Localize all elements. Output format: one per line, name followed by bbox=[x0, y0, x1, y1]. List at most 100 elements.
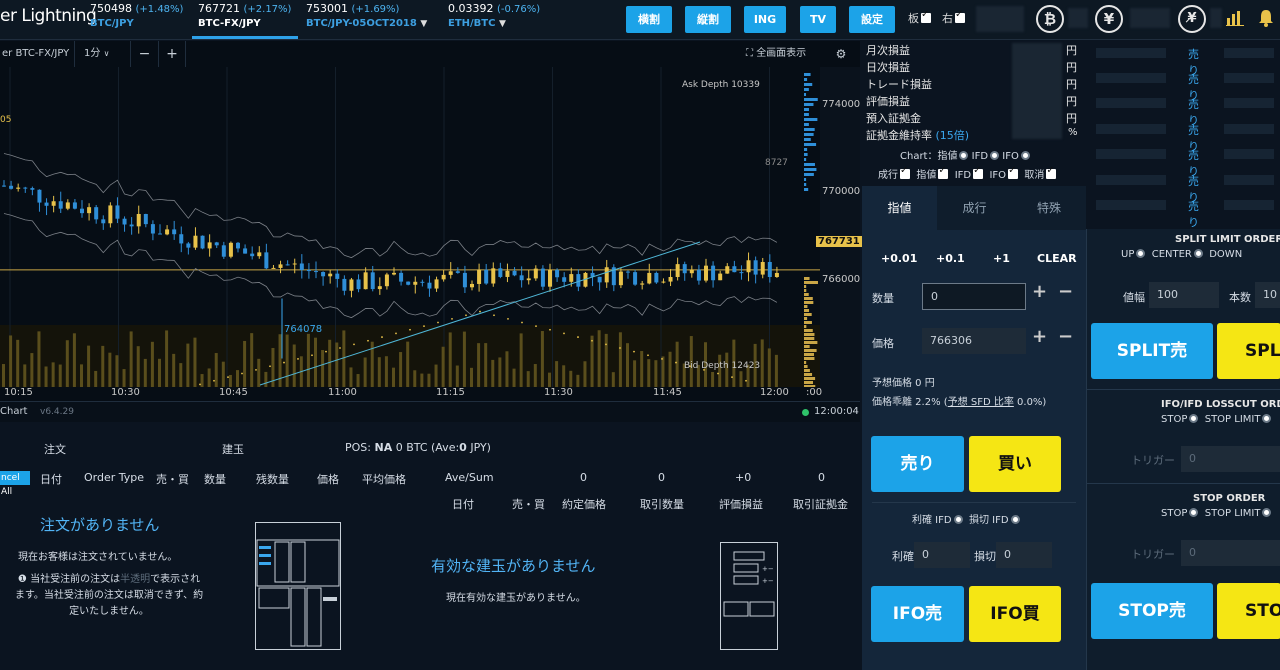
tab-market[interactable]: 成行 bbox=[937, 186, 1012, 230]
radio-icon[interactable] bbox=[990, 151, 999, 160]
price-plus-button[interactable]: + bbox=[1032, 326, 1047, 347]
interval-selector[interactable]: 1分 ∨ bbox=[84, 41, 128, 67]
checkbox-checked-icon[interactable] bbox=[921, 13, 931, 23]
ticker-eth-btc[interactable]: 0.03392 (-0.76%) ETH/BTC ▼ bbox=[442, 1, 552, 39]
radio-icon[interactable] bbox=[1262, 414, 1271, 423]
x-tick: 10:15 bbox=[4, 387, 33, 398]
candle-body bbox=[520, 275, 524, 280]
checkbox-checked-icon[interactable] bbox=[955, 13, 965, 23]
loss-input[interactable]: 0 bbox=[996, 542, 1052, 568]
radio-icon[interactable] bbox=[1262, 508, 1271, 517]
sar-dot bbox=[549, 329, 551, 331]
ticker-btc-jpy[interactable]: 750498 (+1.48%) BTC/JPY bbox=[84, 1, 184, 39]
zoom-in-button[interactable]: + bbox=[158, 41, 186, 67]
qty-input[interactable]: 0 bbox=[922, 283, 1026, 310]
split-buy-button[interactable]: SPL bbox=[1217, 323, 1280, 379]
zoom-out-button[interactable]: − bbox=[130, 41, 158, 67]
stop-label: STOP bbox=[1161, 414, 1187, 425]
monthly-pnl-label: 月次損益 bbox=[866, 42, 910, 58]
price-minus-button[interactable]: − bbox=[1058, 326, 1073, 347]
sell-button[interactable]: 売り bbox=[871, 436, 964, 492]
sar-dot bbox=[381, 336, 383, 338]
yen-slash-icon[interactable]: ¥̸ bbox=[1178, 5, 1206, 33]
radio-icon[interactable] bbox=[954, 515, 963, 524]
qty-minus-button[interactable]: − bbox=[1058, 281, 1073, 302]
split-sell-button[interactable]: SPLIT売 bbox=[1091, 323, 1213, 379]
add-0.01-button[interactable]: +0.01 bbox=[881, 252, 917, 265]
unrealized-pnl-label: 評価損益 bbox=[866, 93, 910, 109]
price-input[interactable]: 766306 bbox=[922, 328, 1026, 354]
volume-bar bbox=[456, 366, 459, 387]
bitcoin-icon[interactable]: ₿ bbox=[1036, 5, 1064, 33]
horizontal-split-button[interactable]: 横割 bbox=[626, 6, 672, 33]
candle-body bbox=[66, 202, 70, 208]
fullscreen-button[interactable]: ⛶ 全画面表示 bbox=[746, 41, 818, 67]
ing-button[interactable]: ING bbox=[744, 6, 786, 33]
buy-button[interactable]: 買い bbox=[969, 436, 1061, 492]
width-input[interactable]: 100 bbox=[1149, 282, 1219, 308]
checkbox-checked-icon[interactable] bbox=[1046, 169, 1056, 179]
volume-bar bbox=[201, 374, 204, 387]
radio-icon[interactable] bbox=[1136, 249, 1145, 258]
volume-bar bbox=[335, 343, 338, 387]
tab-special[interactable]: 特殊 bbox=[1012, 186, 1086, 230]
volume-bar bbox=[541, 331, 544, 387]
radio-icon[interactable] bbox=[1011, 515, 1020, 524]
add-0.1-button[interactable]: +0.1 bbox=[936, 252, 965, 265]
checkbox-checked-icon[interactable] bbox=[938, 169, 948, 179]
ifo-buy-button[interactable]: IFO買 bbox=[969, 586, 1061, 642]
ticker-btc-fx-jpy[interactable]: 767721 (+2.17%) BTC-FX/JPY bbox=[192, 1, 298, 39]
yen-icon[interactable]: ¥ bbox=[1095, 5, 1123, 33]
settings-button[interactable]: 設定 bbox=[849, 6, 895, 33]
qty-plus-button[interactable]: + bbox=[1032, 281, 1047, 302]
sfd-ratio-link[interactable]: 予想 SFD 比率 bbox=[948, 397, 1014, 408]
volume-bar bbox=[215, 353, 218, 387]
stop-buy-button[interactable]: STO bbox=[1217, 583, 1280, 639]
product-selector[interactable]: er BTC-FX/JPY bbox=[0, 41, 75, 67]
stop-trigger-input[interactable]: 0 bbox=[1181, 540, 1280, 566]
volume-bar bbox=[130, 331, 133, 387]
clear-button[interactable]: CLEAR bbox=[1037, 252, 1077, 265]
radio-icon[interactable] bbox=[1189, 414, 1198, 423]
candle-body bbox=[229, 243, 233, 257]
bar-chart-icon[interactable] bbox=[1226, 10, 1244, 29]
count-input[interactable]: 10 bbox=[1255, 282, 1280, 308]
radio-icon[interactable] bbox=[1021, 151, 1030, 160]
candle-body bbox=[115, 205, 119, 218]
ticker-btc-jpy-future[interactable]: 753001 (+1.69%) BTC/JPY-05OCT2018 ▼ bbox=[300, 1, 440, 39]
checkbox-checked-icon[interactable] bbox=[973, 169, 983, 179]
ask-depth-bar bbox=[804, 93, 806, 96]
chart-tab[interactable]: Chart bbox=[0, 406, 27, 417]
add-1-button[interactable]: +1 bbox=[993, 252, 1010, 265]
right-checkbox[interactable]: 右 bbox=[942, 10, 965, 26]
connection-status-icon bbox=[802, 409, 809, 416]
ticker-name: BTC/JPY bbox=[90, 18, 184, 29]
chart-limit-label: Chart：指値 bbox=[900, 151, 957, 162]
chevron-down-icon[interactable]: ▼ bbox=[420, 19, 427, 29]
cancel-all-button[interactable]: ncel All bbox=[0, 471, 30, 485]
ifo-sell-button[interactable]: IFO売 bbox=[871, 586, 964, 642]
checkbox-checked-icon[interactable] bbox=[1008, 169, 1018, 179]
candle-body bbox=[257, 252, 261, 256]
bell-icon[interactable] bbox=[1258, 9, 1274, 30]
radio-icon[interactable] bbox=[1189, 508, 1198, 517]
tab-limit[interactable]: 指値 bbox=[862, 186, 937, 230]
trigger-input[interactable]: 0 bbox=[1181, 446, 1280, 472]
candle-body bbox=[371, 272, 375, 289]
board-checkbox[interactable]: 板 bbox=[908, 10, 931, 26]
volume-bar bbox=[186, 344, 189, 387]
radio-icon[interactable] bbox=[959, 151, 968, 160]
stop-sell-button[interactable]: STOP売 bbox=[1091, 583, 1213, 639]
chevron-down-icon[interactable]: ▼ bbox=[499, 19, 506, 29]
radio-icon[interactable] bbox=[1194, 249, 1203, 258]
candle-body bbox=[349, 279, 353, 290]
ave-sum-value: 0 bbox=[818, 471, 825, 484]
tv-button[interactable]: TV bbox=[800, 6, 836, 33]
profit-input[interactable]: 0 bbox=[914, 542, 970, 568]
vertical-split-button[interactable]: 縦割 bbox=[685, 6, 731, 33]
candle-body bbox=[123, 219, 127, 225]
gear-icon[interactable]: ⚙ bbox=[826, 41, 856, 67]
candle-body bbox=[243, 248, 247, 253]
checkbox-checked-icon[interactable] bbox=[900, 169, 910, 179]
price-chart[interactable]: er BTC-FX/JPY 1分 ∨ − + ⛶ 全画面表示 ⚙ 774000 … bbox=[0, 41, 860, 422]
